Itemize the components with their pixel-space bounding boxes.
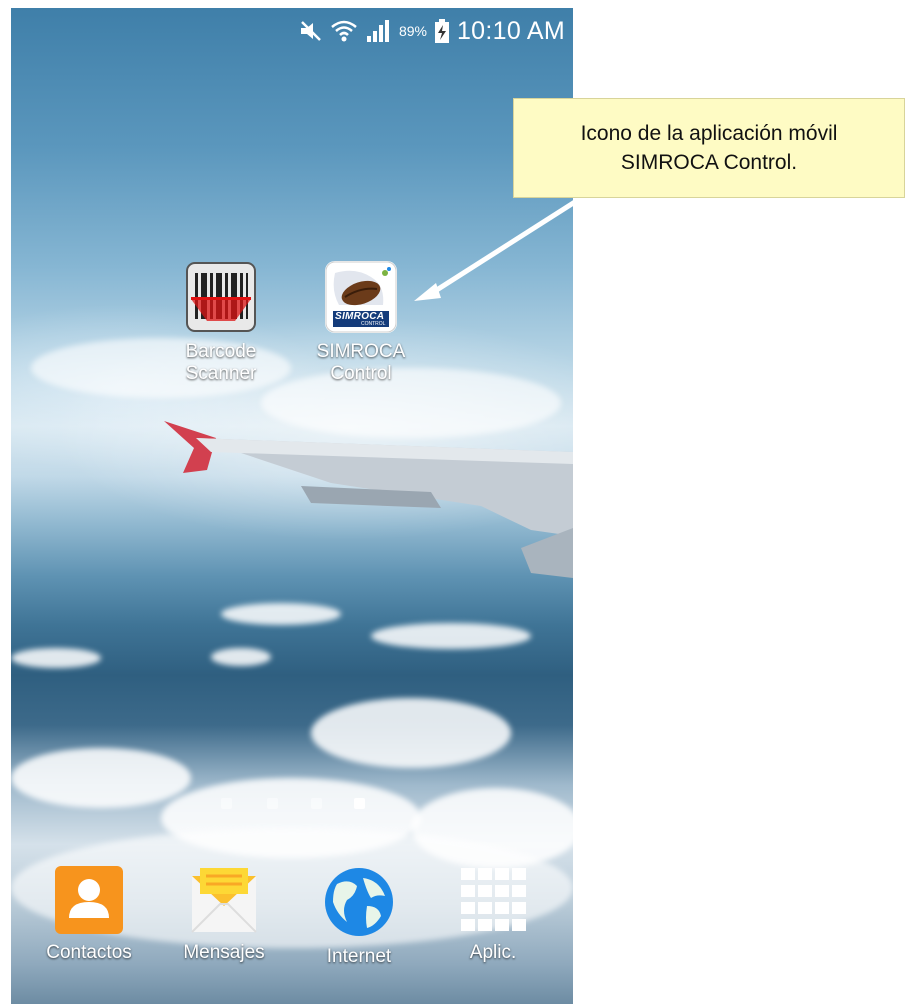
annotation-callout: Icono de la aplicación móvil SIMROCA Con… bbox=[513, 98, 905, 198]
callout-line1: Icono de la aplicación móvil bbox=[580, 122, 838, 145]
callout-line2: SIMROCA Control. bbox=[620, 151, 798, 174]
